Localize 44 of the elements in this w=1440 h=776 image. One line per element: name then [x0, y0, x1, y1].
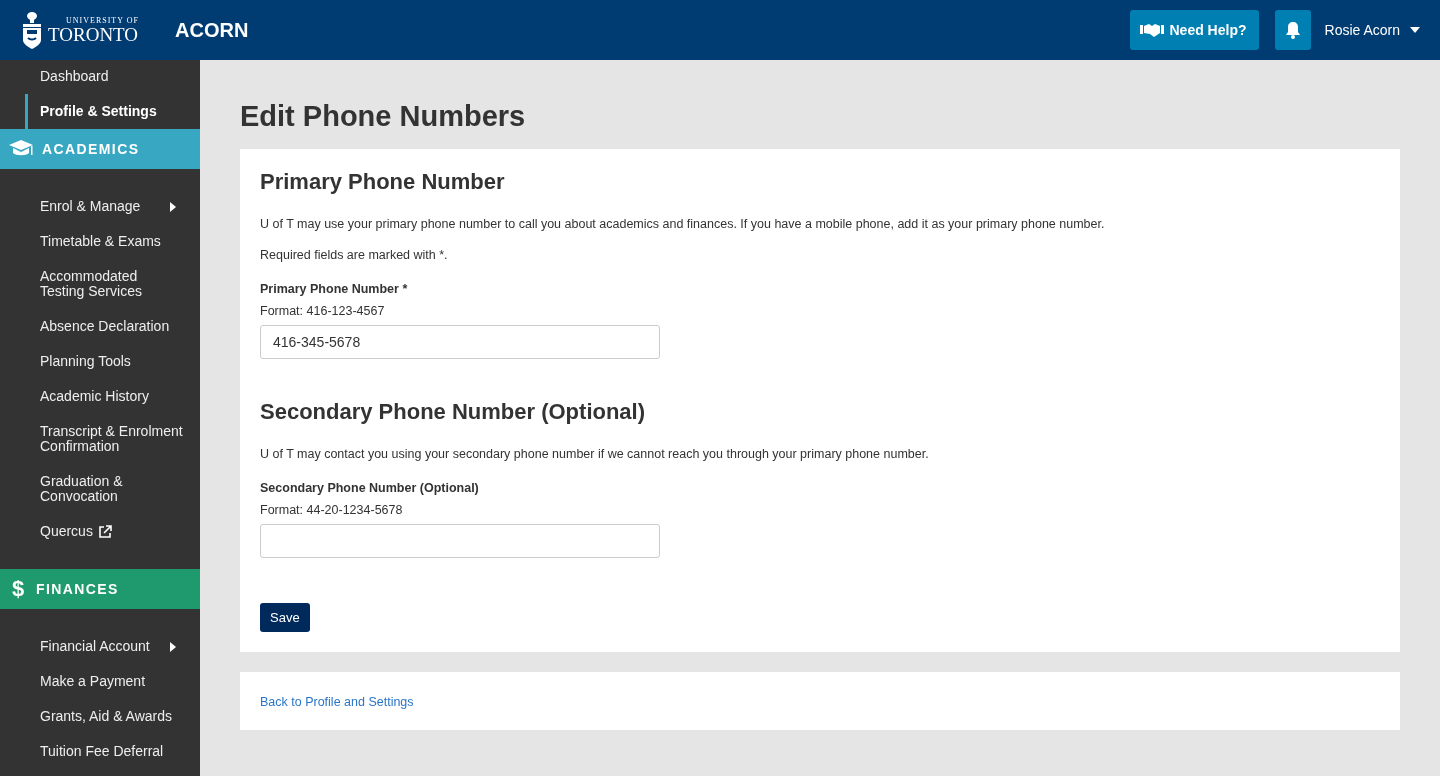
phone-input[interactable]: 416-345-5678 — [260, 325, 660, 359]
sidebar-item[interactable]: Financial Account — [0, 629, 200, 664]
logo-text: TORONTO — [48, 24, 139, 44]
external-link-icon — [97, 524, 112, 539]
help-button[interactable]: Need Help? — [1129, 10, 1259, 50]
sidebar-item[interactable]: Planning Tools — [0, 344, 200, 379]
sidebar-item[interactable]: Tuition Fee Deferral — [0, 734, 200, 769]
caret-icon — [170, 201, 176, 212]
save-button[interactable]: Save — [260, 603, 310, 632]
caret-icon — [1410, 27, 1420, 33]
bell-icon — [1284, 21, 1301, 39]
back-link[interactable]: Back to Profile and Settings — [260, 695, 414, 709]
description-text: U of T may contact you using your secondary phone number if we cannot reach you through your primary phone number. — [260, 447, 930, 461]
user-menu[interactable]: Rosie Acorn — [1324, 22, 1420, 38]
sidebar-item[interactable]: Academic History — [0, 379, 200, 414]
app-name: ACORN — [175, 18, 249, 42]
phone-input[interactable] — [260, 524, 660, 558]
field-label: Secondary Phone Number (Optional) — [260, 481, 480, 495]
format-hint: Format: 44-20-1234-5678 — [260, 503, 404, 517]
sidebar-item[interactable]: Dashboard — [0, 60, 200, 94]
sidebar-item[interactable]: Transcript & Enrolment Confirmation — [0, 414, 200, 464]
field-label: Primary Phone Number * — [260, 282, 409, 296]
sidebar-item[interactable]: Quercus — [0, 514, 200, 549]
sidebar-item[interactable]: Make a Payment — [0, 664, 200, 699]
sidebar-item[interactable]: Absence Declaration — [0, 309, 200, 344]
section-heading: Secondary Phone Number (Optional) — [260, 399, 647, 425]
logo-text: UNIVERSITY OF — [65, 16, 139, 25]
description-text: Required fields are marked with *. — [260, 248, 449, 262]
sidebar-item[interactable]: Graduation & Convocation — [0, 464, 200, 514]
crest-icon — [20, 10, 44, 50]
notifications-button[interactable] — [1274, 10, 1311, 50]
graduation-cap-icon — [8, 140, 34, 158]
page-title: Edit Phone Numbers — [240, 100, 527, 133]
sidebar-item[interactable]: Grants, Aid & Awards — [0, 699, 200, 734]
description-text: U of T may use your primary phone number to call you about academics and finances. If you have a mobile phone, add it as your primary phone number. — [260, 217, 1106, 231]
caret-icon — [170, 641, 176, 652]
format-hint: Format: 416-123-4567 — [260, 304, 386, 318]
section-heading: Primary Phone Number — [260, 169, 506, 195]
sidebar-item[interactable]: Accommodated Testing Services — [0, 259, 200, 309]
sidebar-item[interactable]: Timetable & Exams — [0, 224, 200, 259]
handshake-icon — [1139, 22, 1164, 38]
section-header[interactable]: $ FINANCES — [0, 569, 200, 609]
dollar-icon: $ — [8, 576, 28, 602]
sidebar-item[interactable]: Enrol & Manage — [0, 189, 200, 224]
